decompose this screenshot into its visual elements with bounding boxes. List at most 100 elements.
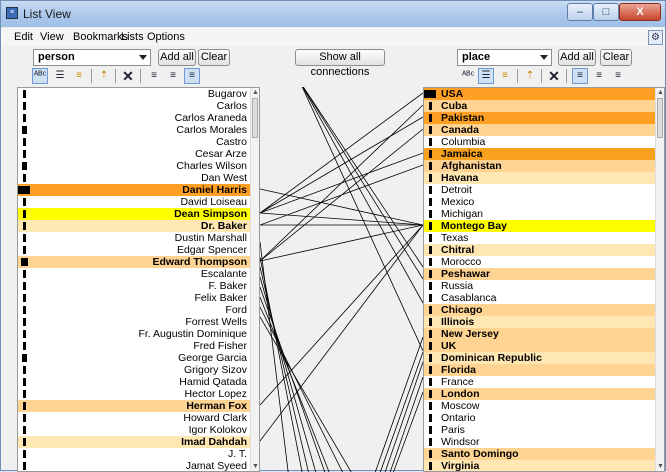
person-row[interactable]: Escalante xyxy=(18,268,259,280)
list-bars-icon[interactable]: ≡ xyxy=(71,68,87,84)
place-row[interactable]: Columbia xyxy=(424,136,664,148)
place-row[interactable]: Russia xyxy=(424,280,664,292)
person-row[interactable]: Dean Simpson xyxy=(18,208,259,220)
scroll-up-icon[interactable]: ▲ xyxy=(657,89,664,96)
place-row[interactable]: Peshawar xyxy=(424,268,664,280)
person-row[interactable]: Charles Wilson xyxy=(18,160,259,172)
menu-edit[interactable]: Edit xyxy=(14,31,33,43)
right-clear-button[interactable]: Clear xyxy=(600,49,632,66)
align-center-icon[interactable]: ≡ xyxy=(165,68,181,84)
maximize-button[interactable]: □ xyxy=(593,3,619,21)
person-row[interactable]: Felix Baker xyxy=(18,292,259,304)
person-row[interactable]: Imad Dahdah xyxy=(18,436,259,448)
scroll-thumb[interactable] xyxy=(657,98,663,138)
scroll-up-icon[interactable]: ▲ xyxy=(252,89,259,96)
menu-lists[interactable]: Lists xyxy=(121,31,144,43)
menu-view[interactable]: View xyxy=(40,31,64,43)
align-right-icon[interactable]: ≡ xyxy=(184,68,200,84)
person-row[interactable]: Igor Kolokov xyxy=(18,424,259,436)
person-row[interactable]: Hamid Qatada xyxy=(18,376,259,388)
abc-sort-icon[interactable]: ᴬᴮᶜ xyxy=(460,68,476,84)
window-tools-icon[interactable]: ⚙ xyxy=(648,30,663,45)
place-list-scrollbar[interactable]: ▲ ▼ xyxy=(655,88,664,471)
place-row[interactable]: Michigan xyxy=(424,208,664,220)
left-add-all-button[interactable]: Add all xyxy=(158,49,196,66)
place-row[interactable]: Pakistan xyxy=(424,112,664,124)
place-row[interactable]: Casablanca xyxy=(424,292,664,304)
clear-x-icon[interactable]: ✕ xyxy=(546,68,562,84)
person-row[interactable]: Edgar Spencer xyxy=(18,244,259,256)
person-list[interactable]: Bugarov Carlos Carlos Araneda Carlos Morale… xyxy=(17,87,260,472)
place-row[interactable]: London xyxy=(424,388,664,400)
person-row[interactable]: Ford xyxy=(18,304,259,316)
place-row[interactable]: Morocco xyxy=(424,256,664,268)
scroll-thumb[interactable] xyxy=(252,98,258,138)
menu-options[interactable]: Options xyxy=(147,31,185,43)
align-right-icon[interactable]: ≡ xyxy=(610,68,626,84)
abc-sort-icon[interactable]: ᴬᴮᶜ xyxy=(32,68,48,84)
person-row[interactable]: Fred Fisher xyxy=(18,340,259,352)
person-row[interactable]: Edward Thompson xyxy=(18,256,259,268)
place-row[interactable]: Texas xyxy=(424,232,664,244)
place-row[interactable]: Jamaica xyxy=(424,148,664,160)
place-row[interactable]: Windsor xyxy=(424,436,664,448)
place-row[interactable]: Mexico xyxy=(424,196,664,208)
person-row[interactable]: F. Baker xyxy=(18,280,259,292)
menu-bookmarks[interactable]: Bookmarks xyxy=(73,31,128,43)
place-row[interactable]: Ontario xyxy=(424,412,664,424)
place-row[interactable]: Virginia xyxy=(424,460,664,471)
person-row[interactable]: Grigory Sizov xyxy=(18,364,259,376)
minimize-button[interactable]: – xyxy=(567,3,593,21)
person-row[interactable]: Cesar Arze xyxy=(18,148,259,160)
place-type-select[interactable]: place xyxy=(457,49,552,66)
place-row[interactable]: Afghanistan xyxy=(424,160,664,172)
person-row[interactable]: Carlos xyxy=(18,100,259,112)
show-all-connections-button[interactable]: Show all connections xyxy=(295,49,385,78)
person-row[interactable]: Carlos Araneda xyxy=(18,112,259,124)
person-row[interactable]: Dr. Baker xyxy=(18,220,259,232)
place-row[interactable]: Illinois xyxy=(424,316,664,328)
place-row[interactable]: Moscow xyxy=(424,400,664,412)
person-row[interactable]: Forrest Wells xyxy=(18,316,259,328)
person-row[interactable]: David Loiseau xyxy=(18,196,259,208)
person-row[interactable]: George Garcia xyxy=(18,352,259,364)
list-lines-icon[interactable]: ☰ xyxy=(478,68,494,84)
place-row[interactable]: USA xyxy=(424,88,664,100)
place-row[interactable]: New Jersey xyxy=(424,328,664,340)
title-bar[interactable]: ≡ List View – □ X xyxy=(1,1,665,27)
align-left-icon[interactable]: ≡ xyxy=(572,68,588,84)
close-button[interactable]: X xyxy=(619,3,661,21)
place-row[interactable]: Cuba xyxy=(424,100,664,112)
place-row[interactable]: Montego Bay xyxy=(424,220,664,232)
place-row[interactable]: Chitral xyxy=(424,244,664,256)
clear-x-icon[interactable]: ✕ xyxy=(120,68,136,84)
person-type-select[interactable]: person xyxy=(33,49,151,66)
scroll-down-icon[interactable]: ▼ xyxy=(657,463,664,470)
person-row[interactable]: Daniel Harris xyxy=(18,184,259,196)
person-row[interactable]: Bugarov xyxy=(18,88,259,100)
person-row[interactable]: Jamat Syeed xyxy=(18,460,259,471)
person-row[interactable]: Castro xyxy=(18,136,259,148)
right-add-all-button[interactable]: Add all xyxy=(558,49,596,66)
list-bars-icon[interactable]: ≡ xyxy=(497,68,513,84)
place-row[interactable]: France xyxy=(424,376,664,388)
place-row[interactable]: Florida xyxy=(424,364,664,376)
align-left-icon[interactable]: ≡ xyxy=(146,68,162,84)
sort-up-icon[interactable]: ⇡ xyxy=(522,68,538,84)
scroll-down-icon[interactable]: ▼ xyxy=(252,463,259,470)
place-row[interactable]: Chicago xyxy=(424,304,664,316)
list-lines-icon[interactable]: ☰ xyxy=(52,68,68,84)
person-row[interactable]: Dustin Marshall xyxy=(18,232,259,244)
place-row[interactable]: Dominican Republic xyxy=(424,352,664,364)
align-center-icon[interactable]: ≡ xyxy=(591,68,607,84)
place-row[interactable]: Canada xyxy=(424,124,664,136)
place-row[interactable]: Santo Domingo xyxy=(424,448,664,460)
person-row[interactable]: Dan West xyxy=(18,172,259,184)
place-row[interactable]: Paris xyxy=(424,424,664,436)
person-list-scrollbar[interactable]: ▲ ▼ xyxy=(250,88,259,471)
sort-up-icon[interactable]: ⇡ xyxy=(96,68,112,84)
left-clear-button[interactable]: Clear xyxy=(198,49,230,66)
person-row[interactable]: J. T. xyxy=(18,448,259,460)
person-row[interactable]: Fr. Augustin Dominique xyxy=(18,328,259,340)
place-list[interactable]: USA Cuba Pakistan Canada Columbia Jamaica Afgh… xyxy=(423,87,665,472)
